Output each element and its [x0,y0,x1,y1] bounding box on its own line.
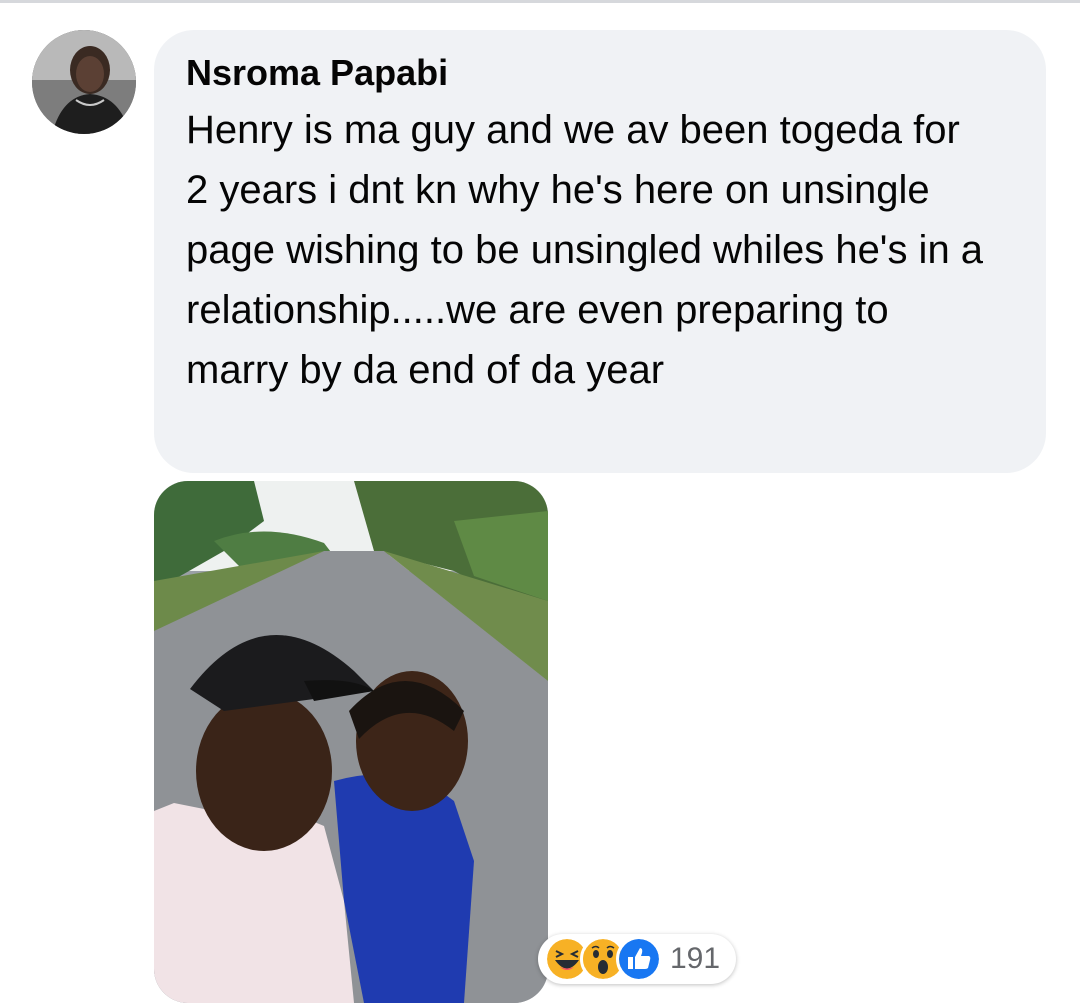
comment-author[interactable]: Nsroma Papabi [186,52,1014,94]
top-divider [0,0,1080,3]
reactions-summary[interactable]: 191 [538,934,737,984]
comment-bubble: Nsroma Papabi Henry is ma guy and we av … [154,30,1046,473]
comment-text: Henry is ma guy and we av been togeda fo… [186,108,984,392]
reaction-count: 191 [670,942,721,975]
comment-photo[interactable] [154,481,548,1003]
like-icon [616,936,662,982]
avatar[interactable] [32,30,136,134]
